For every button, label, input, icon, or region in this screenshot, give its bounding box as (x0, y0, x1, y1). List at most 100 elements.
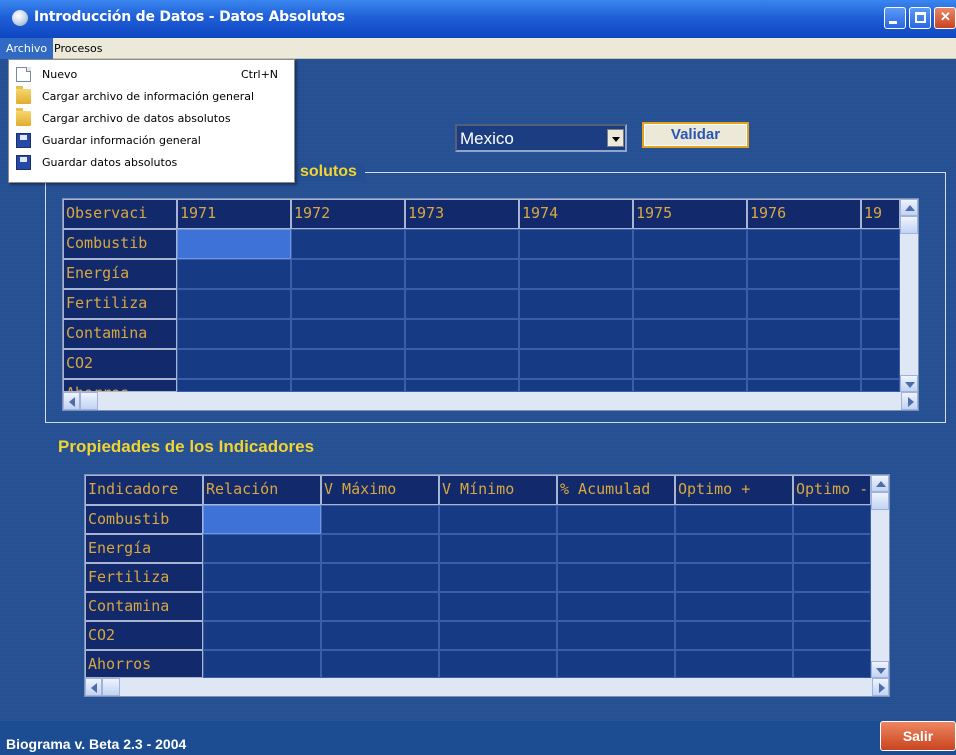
datos-absolutos-grid-column-header[interactable]: Observaci (63, 199, 177, 229)
propiedades-grid-cell[interactable] (321, 563, 439, 592)
propiedades-grid-cell[interactable] (203, 505, 321, 534)
datos-absolutos-grid-horizontal-scrollbar[interactable] (63, 392, 918, 410)
datos-absolutos-grid-cell[interactable] (861, 259, 900, 289)
datos-absolutos-grid-cell[interactable] (519, 229, 633, 259)
datos-absolutos-grid-cell[interactable] (633, 229, 747, 259)
propiedades-grid-cell[interactable] (793, 650, 871, 678)
propiedades-grid-cell[interactable] (793, 505, 871, 534)
propiedades-grid-column-header[interactable]: Relación (203, 475, 321, 505)
datos-absolutos-grid-cell[interactable] (405, 319, 519, 349)
datos-absolutos-grid-cell[interactable] (519, 289, 633, 319)
scroll-up-icon[interactable] (900, 199, 918, 216)
datos-absolutos-grid-cell[interactable] (177, 349, 291, 379)
datos-absolutos-grid-cell[interactable] (177, 379, 291, 392)
propiedades-grid-cell[interactable] (675, 563, 793, 592)
propiedades-grid-cell[interactable] (203, 650, 321, 678)
propiedades-grid-cell[interactable] (321, 534, 439, 563)
propiedades-grid-column-header[interactable]: V Mínimo (439, 475, 557, 505)
propiedades-grid-cell[interactable] (793, 621, 871, 650)
propiedades-grid-row-header[interactable]: Combustib (85, 505, 203, 534)
datos-absolutos-grid-cell[interactable] (519, 379, 633, 392)
datos-absolutos-grid-column-header[interactable]: 1971 (177, 199, 291, 229)
scroll-right-icon[interactable] (872, 678, 889, 696)
propiedades-grid-cell[interactable] (321, 621, 439, 650)
datos-absolutos-grid-cell[interactable] (861, 229, 900, 259)
datos-absolutos-grid-cell[interactable] (633, 379, 747, 392)
datos-absolutos-grid-cell[interactable] (291, 319, 405, 349)
propiedades-grid-cell[interactable] (203, 534, 321, 563)
datos-absolutos-grid-cell[interactable] (177, 289, 291, 319)
propiedades-grid-cell[interactable] (439, 621, 557, 650)
datos-absolutos-grid-cell[interactable] (519, 319, 633, 349)
propiedades-grid-cell[interactable] (439, 592, 557, 621)
datos-absolutos-grid-cell[interactable] (291, 229, 405, 259)
scroll-thumb[interactable] (102, 678, 120, 696)
propiedades-grid-cell[interactable] (321, 505, 439, 534)
propiedades-grid-row-header[interactable]: Fertiliza (85, 563, 203, 592)
propiedades-grid-column-header[interactable]: Indicadore (85, 475, 203, 505)
propiedades-grid-column-header[interactable]: Optimo - (793, 475, 871, 505)
datos-absolutos-grid-cell[interactable] (519, 259, 633, 289)
datos-absolutos-grid-row-header[interactable]: CO2 (63, 349, 177, 379)
datos-absolutos-grid-cell[interactable] (747, 229, 861, 259)
datos-absolutos-grid-cell[interactable] (747, 289, 861, 319)
chevron-down-icon[interactable] (607, 129, 624, 147)
datos-absolutos-grid-cell[interactable] (861, 319, 900, 349)
menu-item-2[interactable]: Cargar archivo de datos absolutos (9, 108, 294, 130)
datos-absolutos-grid-column-header[interactable]: 1972 (291, 199, 405, 229)
datos-absolutos-grid-cell[interactable] (747, 349, 861, 379)
propiedades-grid-cell[interactable] (203, 563, 321, 592)
close-button[interactable]: ✕ (934, 7, 956, 29)
datos-absolutos-grid-row-header[interactable]: Energía (63, 259, 177, 289)
datos-absolutos-grid-cell[interactable] (291, 259, 405, 289)
datos-absolutos-grid-column-header[interactable]: 1975 (633, 199, 747, 229)
propiedades-grid-cell[interactable] (675, 505, 793, 534)
menu-item-0[interactable]: Nuevo Ctrl+N (9, 64, 294, 86)
scroll-thumb[interactable] (900, 216, 918, 234)
minimize-button[interactable] (884, 7, 906, 29)
propiedades-grid-cell[interactable] (675, 592, 793, 621)
validar-button[interactable]: Validar (642, 122, 749, 148)
propiedades-grid-column-header[interactable]: % Acumulad (557, 475, 675, 505)
datos-absolutos-grid-row-header[interactable]: Combustib (63, 229, 177, 259)
maximize-button[interactable] (909, 7, 931, 29)
menu-item-1[interactable]: Cargar archivo de información general (9, 86, 294, 108)
propiedades-grid-row-header[interactable]: CO2 (85, 621, 203, 650)
scroll-down-icon[interactable] (900, 375, 918, 392)
scroll-down-icon[interactable] (871, 661, 889, 678)
datos-absolutos-grid-cell[interactable] (861, 379, 900, 392)
propiedades-grid-cell[interactable] (321, 650, 439, 678)
propiedades-grid-column-header[interactable]: V Máximo (321, 475, 439, 505)
datos-absolutos-grid-cell[interactable] (633, 349, 747, 379)
menu-procesos[interactable]: Procesos (48, 38, 108, 59)
datos-absolutos-grid-cell[interactable] (405, 229, 519, 259)
menu-archivo[interactable]: Archivo (0, 38, 54, 59)
datos-absolutos-grid-cell[interactable] (405, 379, 519, 392)
propiedades-grid-cell[interactable] (793, 534, 871, 563)
scroll-left-icon[interactable] (63, 392, 80, 410)
datos-absolutos-grid-cell[interactable] (633, 259, 747, 289)
propiedades-grid-row-header[interactable]: Energía (85, 534, 203, 563)
datos-absolutos-grid-column-header[interactable]: 1976 (747, 199, 861, 229)
datos-absolutos-grid-cell[interactable] (747, 379, 861, 392)
datos-absolutos-grid-cell[interactable] (405, 349, 519, 379)
propiedades-grid-cell[interactable] (439, 563, 557, 592)
datos-absolutos-grid[interactable]: Observaci 1971 1972 1973 1974 1975 1976 19 Combu… (62, 198, 919, 411)
propiedades-grid-cell[interactable] (557, 534, 675, 563)
propiedades-grid-horizontal-scrollbar[interactable] (85, 678, 889, 696)
datos-absolutos-grid-cell[interactable] (177, 319, 291, 349)
menu-item-3[interactable]: Guardar información general (9, 130, 294, 152)
country-select[interactable]: Mexico (455, 124, 627, 152)
propiedades-grid-cell[interactable] (675, 534, 793, 563)
datos-absolutos-grid-cell[interactable] (519, 349, 633, 379)
datos-absolutos-grid-cell[interactable] (861, 349, 900, 379)
scroll-thumb[interactable] (80, 392, 98, 410)
datos-absolutos-grid-cell[interactable] (405, 289, 519, 319)
propiedades-grid-cell[interactable] (439, 534, 557, 563)
datos-absolutos-grid-cell[interactable] (633, 319, 747, 349)
datos-absolutos-grid-cell[interactable] (291, 379, 405, 392)
propiedades-grid[interactable]: Indicadore Relación V Máximo V Mínimo% Acum… (84, 474, 890, 697)
propiedades-grid-cell[interactable] (203, 592, 321, 621)
propiedades-grid-row-header[interactable]: Ahorros (85, 650, 203, 678)
datos-absolutos-grid-column-header[interactable]: 1973 (405, 199, 519, 229)
